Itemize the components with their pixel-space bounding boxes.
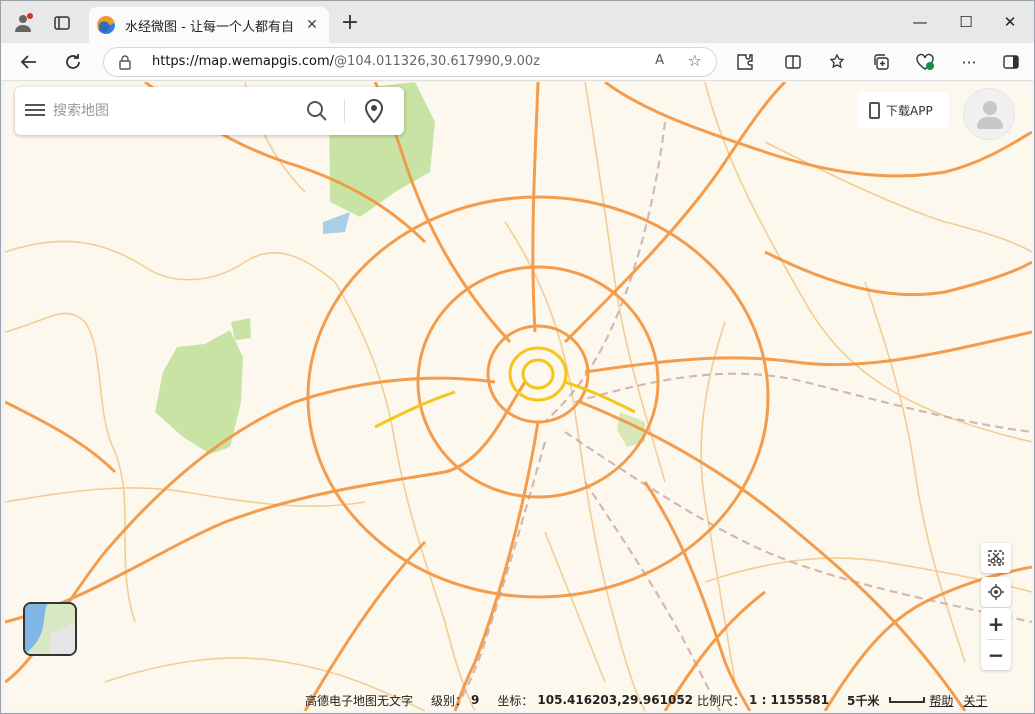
phone-icon [869,101,880,119]
scalebar [889,697,926,703]
search-divider [344,99,345,123]
location-pin-icon[interactable] [360,97,388,125]
basemap-name: 高德电子地图无文字 [305,693,414,708]
url-path: @104.011326,30.617990,9.00z [334,54,540,69]
avatar-head-icon [983,101,997,115]
lock-icon[interactable] [118,54,134,70]
scale-value: 1 : 1155581 [749,693,829,707]
address-bar[interactable]: https://map.wemapgis.com/@104.011326,30.… [103,47,717,77]
collections-icon[interactable] [867,48,895,76]
browser-toolbar: https://map.wemapgis.com/@104.011326,30.… [1,43,1034,81]
tab-actions-icon[interactable] [49,10,75,36]
refresh-button[interactable] [59,48,87,76]
search-icon[interactable] [305,99,329,123]
locate-me-button[interactable] [981,577,1011,607]
screenshot-tool-button[interactable] [981,543,1011,573]
tab-strip: 水经微图 - 让每一个人都有自己的 ✕ + — ☐ ✕ [1,1,1034,43]
scalebar-label: 5千米 [847,693,880,708]
avatar-body-icon [977,117,1003,129]
url-text[interactable]: https://map.wemapgis.com/@104.011326,30.… [152,54,540,69]
map-status-bar: 高德电子地图无文字 级别： 9 坐标： 105.416203,29.961052… [305,689,1032,711]
zoom-out-button[interactable]: − [981,639,1011,670]
favorite-star-icon[interactable]: ☆ [688,51,702,70]
zoom-divider [987,639,1005,640]
sidebar-toggle-icon[interactable] [997,48,1025,76]
extensions-icon[interactable] [731,48,759,76]
favorites-icon[interactable] [823,48,851,76]
scissors-icon [988,550,1004,566]
satellite-layer-thumbnail-icon [25,604,75,654]
split-screen-icon[interactable] [779,48,807,76]
user-avatar[interactable] [963,88,1015,140]
zoom-in-button[interactable]: + [981,608,1011,639]
minimize-button[interactable]: — [897,7,943,37]
about-link[interactable]: 关于 [963,692,987,709]
site-favicon-icon [97,16,115,34]
level-label: 级别： [431,693,468,708]
profile-icon[interactable] [11,10,37,36]
basemap-switch-button[interactable] [23,602,77,656]
crosshair-icon [988,584,1004,600]
help-link[interactable]: 帮助 [929,692,953,709]
download-app-label: 下载APP [886,103,933,118]
maximize-button[interactable]: ☐ [943,7,989,37]
coord-value: 105.416203,29.961052 [537,693,694,707]
hamburger-menu-icon[interactable] [25,101,45,121]
zoom-controls: + − [981,608,1011,670]
scale-label: 比例尺： [697,693,746,708]
map-canvas[interactable]: 下载APP + − 高德电子地图无文字 [5,82,1032,711]
new-tab-button[interactable]: + [337,11,363,37]
browser-essentials-icon[interactable] [911,48,939,76]
back-button[interactable] [15,48,43,76]
map-search-box [15,87,404,135]
download-app-button[interactable]: 下载APP [857,92,949,128]
tab-close-icon[interactable]: ✕ [303,17,321,33]
tab-active[interactable]: 水经微图 - 让每一个人都有自己的 ✕ [89,7,329,43]
map-roads-layer[interactable] [5,82,1032,711]
close-window-button[interactable]: ✕ [987,7,1033,37]
browser-window: 水经微图 - 让每一个人都有自己的 ✕ + — ☐ ✕ https://map.… [0,0,1035,714]
level-value: 9 [471,693,480,707]
read-aloud-icon[interactable]: A [655,53,664,68]
more-menu-button[interactable]: ··· [955,48,983,76]
url-host: https://map.wemapgis.com/ [152,54,335,69]
search-input[interactable] [53,99,293,123]
coord-label: 坐标： [497,693,534,708]
tab-title: 水经微图 - 让每一个人都有自己的 [125,19,295,35]
